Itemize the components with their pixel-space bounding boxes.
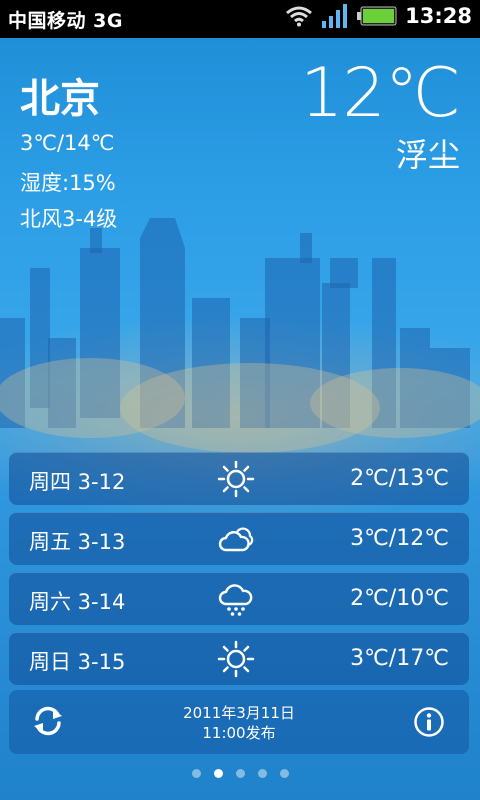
signal-icon bbox=[321, 4, 349, 28]
forecast-day: 周日 3-15 bbox=[29, 650, 126, 674]
weather-screen: 北京 3℃/14℃ 湿度:15% 北风3-4级 12℃ 浮尘 周四 3-12 2… bbox=[0, 38, 480, 800]
forecast-row[interactable]: 周四 3-12 2℃/13℃ bbox=[9, 452, 469, 505]
page-dot[interactable] bbox=[279, 769, 289, 778]
page-dot[interactable] bbox=[235, 769, 245, 778]
forecast-temp: 3℃/17℃ bbox=[350, 646, 449, 671]
current-temperature: 12℃ bbox=[300, 54, 461, 133]
forecast-day: 周六 3-14 bbox=[29, 590, 126, 614]
cloudy-icon bbox=[218, 527, 254, 552]
forecast-row[interactable]: 周六 3-14 2℃/10℃ bbox=[9, 572, 469, 625]
sunny-icon bbox=[217, 460, 255, 498]
page-dot-active[interactable] bbox=[213, 769, 223, 778]
current-condition: 浮尘 bbox=[395, 136, 460, 174]
forecast-day: 周五 3-13 bbox=[29, 530, 126, 554]
update-panel: 2011年3月11日 11:00发布 bbox=[9, 690, 469, 754]
forecast-temp: 2℃/10℃ bbox=[350, 586, 449, 611]
snow-icon bbox=[218, 584, 253, 616]
city-skyline-illustration bbox=[0, 218, 480, 453]
status-time: 13:28 bbox=[405, 4, 472, 28]
forecast-row[interactable]: 周五 3-13 3℃/12℃ bbox=[9, 512, 469, 565]
forecast-day: 周四 3-12 bbox=[29, 470, 126, 494]
temp-range: 3℃/14℃ bbox=[20, 131, 115, 155]
forecast-temp: 3℃/12℃ bbox=[350, 526, 449, 551]
carrier-label: 中国移动 3G bbox=[8, 10, 123, 32]
status-bar: 中国移动 3G 13:28 bbox=[0, 0, 480, 38]
publish-time: 11:00发布 bbox=[202, 724, 276, 742]
page-dot[interactable] bbox=[191, 769, 201, 778]
city-name[interactable]: 北京 bbox=[20, 66, 100, 124]
forecast-temp: 2℃/13℃ bbox=[350, 466, 449, 491]
page-indicator bbox=[0, 769, 480, 778]
publish-date: 2011年3月11日 bbox=[183, 704, 295, 722]
info-icon[interactable] bbox=[413, 706, 445, 738]
forecast-row[interactable]: 周日 3-15 3℃/17℃ bbox=[9, 632, 469, 685]
wind-label: 北风3-4级 bbox=[20, 207, 118, 231]
battery-icon bbox=[357, 6, 397, 26]
sunny-icon bbox=[217, 640, 255, 678]
humidity-label: 湿度:15% bbox=[20, 171, 116, 195]
page-dot[interactable] bbox=[257, 769, 267, 778]
wifi-icon bbox=[285, 5, 313, 27]
